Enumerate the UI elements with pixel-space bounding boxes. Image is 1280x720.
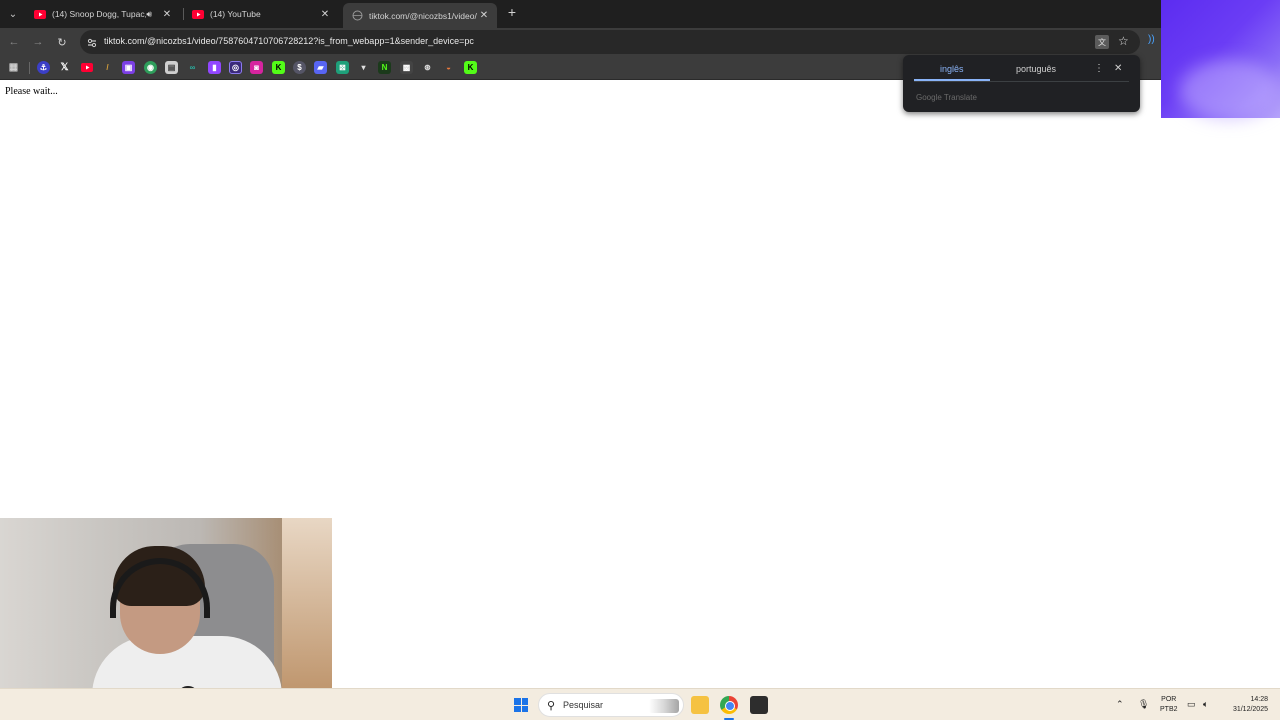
youtube-icon <box>192 8 204 20</box>
youtube-icon <box>34 8 46 20</box>
bookmark-link-icon[interactable]: ∞ <box>186 61 199 74</box>
bookmark-chat-icon[interactable]: ▰ <box>314 61 327 74</box>
screen: ⌄ (14) Snoop Dogg, Tupac, N 🔊︎ ✕ (14) Yo… <box>0 0 1280 720</box>
keyboard-layout: PTB2 <box>1160 706 1178 713</box>
bookmark-purple-icon[interactable]: ▣ <box>122 61 135 74</box>
tab-strip: ⌄ (14) Snoop Dogg, Tupac, N 🔊︎ ✕ (14) Yo… <box>0 0 1161 28</box>
tab-youtube[interactable]: (14) YouTube ✕ <box>184 2 338 26</box>
speaker-icon[interactable]: 🔊︎ <box>146 9 152 20</box>
bookmark-n-icon[interactable]: N <box>378 61 391 74</box>
close-tab-icon[interactable]: ✕ <box>477 9 491 23</box>
bookmark-kick-icon[interactable]: K <box>272 61 285 74</box>
tab-tiktok[interactable]: tiktok.com/@nicozbs1/video/7 ✕ <box>343 3 497 28</box>
translate-popup: inglês português ⋮ ✕ Google Translate <box>903 55 1140 112</box>
overlay-artwork <box>1161 0 1280 120</box>
back-arrow-icon[interactable]: ← <box>6 34 22 50</box>
address-bar[interactable]: tiktok.com/@nicozbs1/video/7587604710706… <box>80 30 1140 54</box>
popup-divider <box>914 81 1129 82</box>
translate-target-lang-tab[interactable]: português <box>1016 64 1056 74</box>
tab-snoop-dogg[interactable]: (14) Snoop Dogg, Tupac, N 🔊︎ ✕ <box>26 2 180 26</box>
apps-grid-icon[interactable]: ▦ <box>7 61 20 74</box>
browser-toolbar: ← → ↻ tiktok.com/@nicozbs1/video/7587604… <box>0 28 1161 56</box>
clock-date: 31/12/2025 <box>1232 706 1268 713</box>
close-tab-icon[interactable]: ✕ <box>160 7 174 21</box>
more-options-icon[interactable]: ⋮ <box>1094 63 1104 74</box>
translate-icon[interactable]: 文 <box>1095 35 1109 49</box>
bookmarks-divider <box>29 62 30 74</box>
microphone-icon[interactable]: 🎙︎ <box>1138 699 1149 710</box>
new-tab-plus-icon[interactable]: + <box>505 4 519 20</box>
bookmark-green-circle-icon[interactable]: ◉ <box>144 61 157 74</box>
bookmark-pixel-icon[interactable]: ▩ <box>400 61 413 74</box>
search-highlight-art <box>649 699 679 713</box>
overlay-blob <box>1179 60 1279 120</box>
translate-brand: Google Translate <box>916 93 977 102</box>
globe-icon <box>351 10 363 22</box>
chrome-icon[interactable] <box>720 696 738 714</box>
loading-text: Please wait... <box>5 86 58 97</box>
tab-title: (14) YouTube <box>210 9 261 19</box>
bookmark-kick2-icon[interactable]: K <box>464 61 477 74</box>
translate-source-lang-tab[interactable]: inglês <box>940 64 964 74</box>
bookmark-cycle-icon[interactable]: ⊛ <box>421 61 434 74</box>
bookmark-slash-icon[interactable]: / <box>101 61 114 74</box>
taskbar-search-box[interactable]: ⚲ Pesquisar <box>538 693 684 717</box>
bookmark-youtube-icon[interactable] <box>80 61 93 74</box>
cast-icon[interactable]: )) <box>1148 34 1155 45</box>
bookmark-grey-icon[interactable]: $ <box>293 61 306 74</box>
forward-arrow-icon[interactable]: → <box>30 34 46 50</box>
clock-time: 14:28 <box>1250 696 1268 703</box>
bookmark-star-icon[interactable]: ☆ <box>1118 34 1129 48</box>
bookmark-anchor-icon[interactable]: ⚓︎ <box>37 61 50 74</box>
close-icon[interactable]: ✕ <box>1114 63 1122 74</box>
bookmark-circle-icon[interactable]: ◎ <box>229 61 242 74</box>
volume-icon[interactable]: 🔈︎ <box>1203 699 1208 710</box>
bookmark-instagram-icon[interactable]: ◙ <box>250 61 263 74</box>
bookmark-twitch-icon[interactable]: ▮ <box>208 61 221 74</box>
language-code: POR <box>1161 696 1177 703</box>
bookmark-doc-icon[interactable]: ▤ <box>165 61 178 74</box>
bookmark-boat-icon[interactable]: ◒ <box>442 61 455 74</box>
site-settings-icon[interactable] <box>86 36 98 48</box>
tab-search-chevron-icon[interactable]: ⌄ <box>4 5 22 23</box>
network-icon[interactable]: ▭ <box>1187 699 1196 710</box>
bookmark-x-icon[interactable]: 𝕏 <box>58 61 71 74</box>
tab-title: (14) Snoop Dogg, Tupac, N <box>52 9 147 19</box>
bookmark-teal-icon[interactable]: ⊠ <box>336 61 349 74</box>
show-hidden-icons-chevron-icon[interactable]: ⌃ <box>1116 699 1124 710</box>
language-indicator[interactable]: POR PTB2 <box>1160 695 1178 715</box>
taskbar: ⚲ Pesquisar ⌃ 🎙︎ POR PTB2 ▭ 🔈︎ 14:28 31/… <box>0 688 1280 720</box>
reload-icon[interactable]: ↻ <box>54 34 70 50</box>
game-launcher-icon[interactable] <box>750 696 768 714</box>
clock[interactable]: 14:28 31/12/2025 <box>1226 695 1268 715</box>
close-tab-icon[interactable]: ✕ <box>318 7 332 21</box>
url-text[interactable]: tiktok.com/@nicozbs1/video/7587604710706… <box>104 36 474 46</box>
file-explorer-icon[interactable] <box>691 696 709 714</box>
tab-title: tiktok.com/@nicozbs1/video/7 <box>369 10 477 21</box>
bookmark-v-icon[interactable]: ▾ <box>357 61 370 74</box>
search-placeholder: Pesquisar <box>563 700 604 710</box>
search-icon: ⚲ <box>547 700 556 712</box>
windows-start-icon[interactable] <box>514 698 528 712</box>
